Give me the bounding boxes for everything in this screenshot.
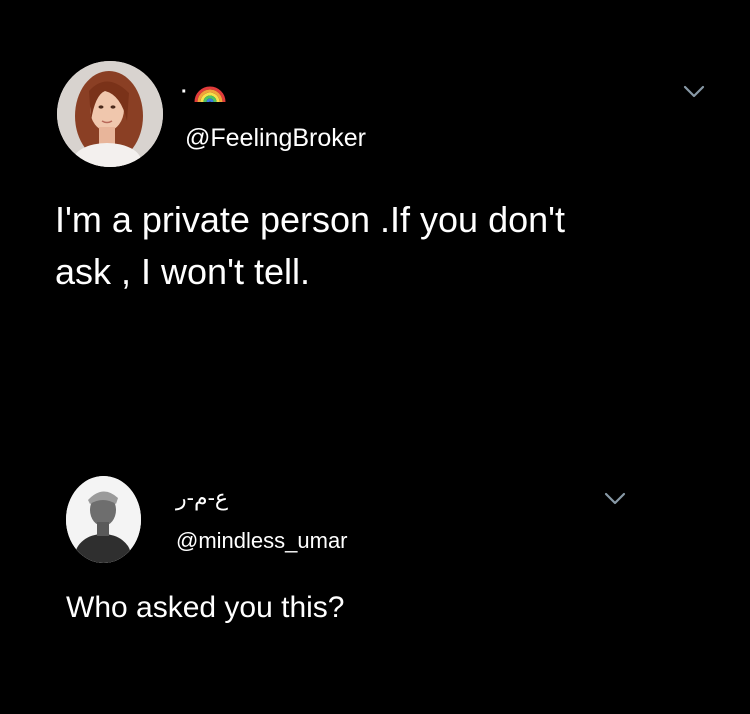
- display-name-text: ع-م-ر: [176, 485, 229, 510]
- chevron-down-icon[interactable]: [604, 492, 626, 506]
- avatar[interactable]: [57, 61, 163, 167]
- avatar-image: [57, 61, 163, 167]
- user-handle[interactable]: @mindless_umar: [176, 528, 348, 554]
- rainbow-icon: [192, 80, 228, 104]
- avatar-image: [66, 476, 141, 563]
- tweet-text: Who asked you this?: [66, 591, 345, 624]
- display-name[interactable]: ·: [181, 78, 228, 106]
- tweet-original: · @FeelingBroker I'm a private person .I…: [0, 0, 750, 420]
- avatar[interactable]: [66, 476, 141, 563]
- tweet-text: I'm a private person .If you don't ask ,…: [55, 199, 566, 292]
- tweet-reply: ع-م-ر @mindless_umar Who asked you this?: [0, 460, 750, 714]
- user-handle[interactable]: @FeelingBroker: [185, 124, 366, 153]
- display-name-text: ·: [181, 80, 188, 103]
- display-name[interactable]: ع-م-ر: [176, 484, 228, 512]
- chevron-down-icon[interactable]: [683, 85, 705, 99]
